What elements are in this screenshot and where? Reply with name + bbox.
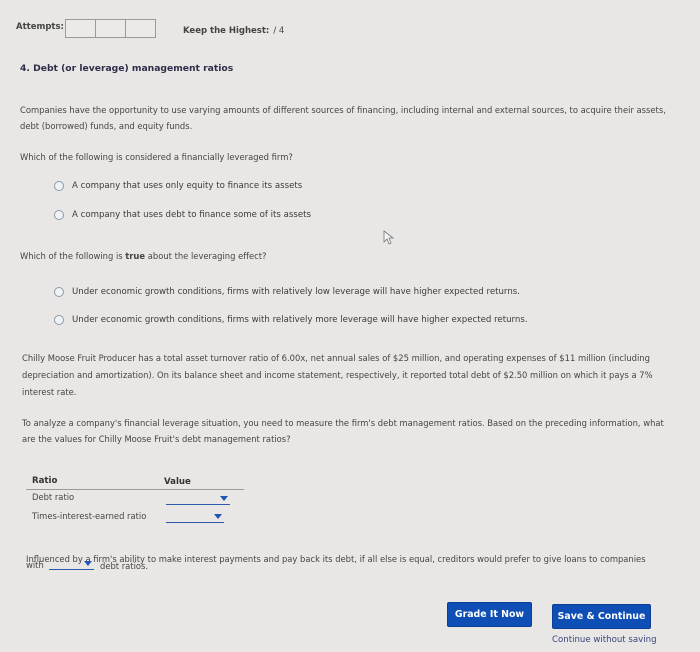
option-label: Under economic growth conditions, firms … [72,287,520,297]
option-label: A company that uses debt to finance some… [72,210,311,220]
q2-option-2[interactable]: Under economic growth conditions, firms … [54,315,528,325]
q1-prompt: Which of the following is considered a f… [20,152,293,162]
q3-with: with [26,560,44,570]
radio-button[interactable] [54,181,64,191]
chevron-down-icon [214,514,222,519]
debt-ratio-dropdown[interactable] [166,494,230,505]
ratio-row-debt: Debt ratio [32,492,75,502]
debt-level-dropdown[interactable] [49,559,94,570]
prompt-text: about the leveraging effect? [145,251,267,261]
q3-after: debt ratios. [100,561,149,571]
grade-it-now-button[interactable]: Grade It Now [447,602,532,627]
attempt-indicator [65,19,156,38]
chevron-down-icon [220,496,228,501]
chevron-down-icon [84,561,92,566]
radio-button[interactable] [54,287,64,297]
score: / 4 [273,26,285,36]
ratio-column-header: Ratio [32,476,58,486]
save-continue-button[interactable]: Save & Continue [552,604,651,629]
continue-without-saving-link[interactable]: Continue without saving [552,635,657,645]
radio-button[interactable] [54,210,64,220]
q2-prompt: Which of the following is true about the… [20,248,266,264]
scenario-text: Chilly Moose Fruit Producer has a total … [22,353,653,397]
analyze-text: To analyze a company's financial leverag… [22,418,664,444]
q2-option-1[interactable]: Under economic growth conditions, firms … [54,287,520,297]
attempt-box [66,20,96,37]
option-label: A company that uses only equity to finan… [72,181,303,191]
q1-option-2[interactable]: A company that uses debt to finance some… [54,210,311,220]
value-column-header: Value [164,477,191,487]
attempts-label: Attempts: [16,22,64,32]
mouse-cursor-icon [383,230,395,245]
keep-highest: Keep the Highest:/ 4 [183,26,284,36]
intro-text: Companies have the opportunity to use va… [20,105,666,131]
keep-highest-label: Keep the Highest: [183,26,270,36]
q1-option-1[interactable]: A company that uses only equity to finan… [54,181,302,191]
prompt-text: Which of the following is [20,251,126,261]
option-label: Under economic growth conditions, firms … [72,315,528,325]
prompt-emphasis: true [125,251,146,261]
ratio-row-tie: Times-interest-earned ratio [32,511,147,521]
tie-ratio-dropdown[interactable] [166,512,224,523]
section-title: 4. Debt (or leverage) management ratios [20,63,234,74]
attempt-box [126,20,155,37]
attempt-box [96,20,126,37]
radio-button[interactable] [54,315,64,325]
